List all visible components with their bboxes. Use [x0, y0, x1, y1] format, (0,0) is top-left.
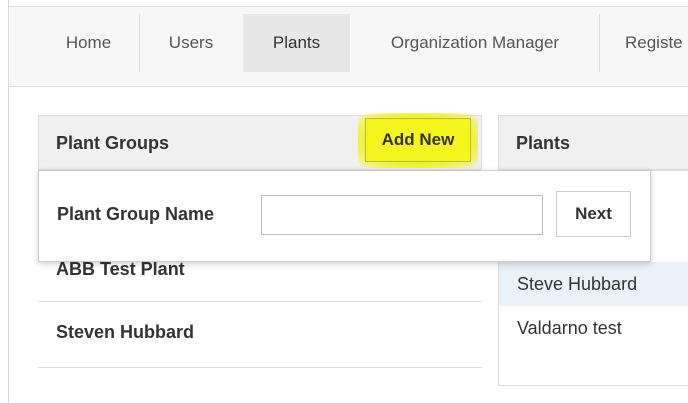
plant-group-popover: Plant Group Name Next [38, 170, 651, 262]
plant-name: Valdarno test [517, 317, 622, 338]
plant-group-name-label: Plant Group Name [57, 204, 215, 224]
plant-groups-title: Plant Groups [56, 133, 170, 153]
tab-plants[interactable]: Plants [243, 14, 350, 72]
plant-group-name-input[interactable] [261, 195, 543, 235]
list-item[interactable]: ABB Test Plant [38, 258, 482, 302]
tab-users[interactable]: Users [140, 14, 242, 72]
tab-organization-manager[interactable]: Organization Manager [351, 14, 599, 72]
plants-title: Plants [516, 133, 571, 153]
plant-row[interactable]: Valdarno test [499, 306, 688, 350]
list-item[interactable]: Steven Hubbard [38, 302, 482, 368]
tab-register[interactable]: Registe [600, 14, 688, 72]
plant-row[interactable]: Steve Hubbard [499, 262, 688, 306]
next-button[interactable]: Next [556, 191, 631, 237]
add-new-button[interactable]: Add New [365, 118, 471, 162]
plant-group-name: Steven Hubbard [56, 322, 195, 342]
plant-group-name: ABB Test Plant [56, 259, 185, 279]
plant-name: Steve Hubbard [517, 273, 638, 294]
tab-home[interactable]: Home [38, 14, 139, 72]
